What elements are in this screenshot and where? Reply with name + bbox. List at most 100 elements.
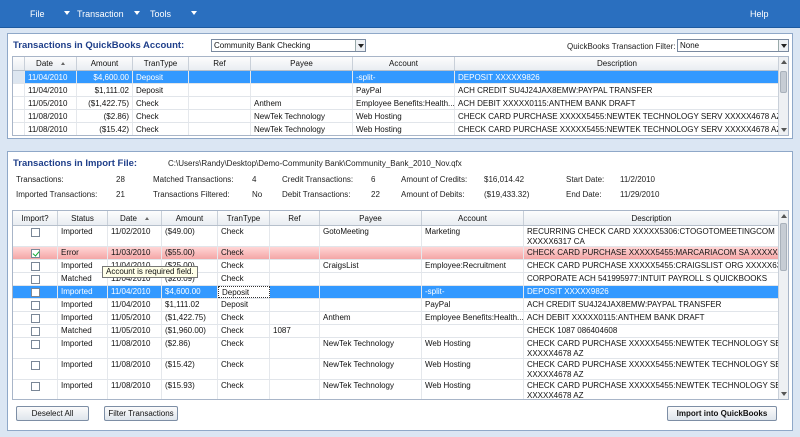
qb-cell-payee: Anthem xyxy=(251,97,353,109)
description-line-2: XXXXX6317 CA xyxy=(527,237,585,246)
qb-col-date[interactable]: Date xyxy=(25,57,77,70)
qb-col-ref[interactable]: Ref xyxy=(189,57,251,70)
im-col-trantype[interactable]: TranType xyxy=(218,211,270,225)
account-select[interactable]: Community Bank Checking xyxy=(211,39,366,52)
import-checkbox[interactable] xyxy=(30,262,40,271)
im-cell-account: Web Hosting xyxy=(422,380,524,399)
menu-file[interactable]: File xyxy=(30,9,45,19)
table-row[interactable]: Imported 11/08/2010 ($15.93) Check NewTek Te… xyxy=(13,380,780,400)
stat-transactions-label: Transactions: xyxy=(16,175,64,184)
import-file-panel: Transactions in Import File: C:\Users\Ra… xyxy=(7,151,793,431)
qb-cell-ref xyxy=(189,71,251,83)
qb-filter-select[interactable]: None xyxy=(677,39,789,52)
description-line: CORPORATE ACH 541995977:INTUIT PAYROLL S… xyxy=(527,274,768,283)
import-checkbox[interactable] xyxy=(30,288,40,297)
chevron-down-icon xyxy=(134,11,140,15)
im-cell-account: Employee:Recruitment xyxy=(422,260,524,272)
qb-cell-trantype: Deposit xyxy=(133,71,189,83)
import-checkbox[interactable] xyxy=(30,382,40,391)
im-col-description[interactable]: Description xyxy=(524,211,780,225)
import-into-quickbooks-button[interactable]: Import into QuickBooks xyxy=(667,406,777,421)
im-cell-amount: ($1,422.75) xyxy=(162,312,218,324)
import-checkbox[interactable] xyxy=(30,249,40,258)
table-row[interactable]: Imported 11/05/2010 ($1,422.75) Check Anthem… xyxy=(13,312,780,325)
description-line-2: XXXXX4678 AZ xyxy=(527,349,584,358)
import-checkbox[interactable] xyxy=(30,301,40,310)
table-row[interactable]: Matched 11/05/2010 ($1,960.00) Check 1087 CHE… xyxy=(13,325,780,338)
im-col-account[interactable]: Account xyxy=(422,211,524,225)
im-cell-amount: ($15.93) xyxy=(162,380,218,399)
table-row[interactable]: 11/04/2010 $4,600.00 Deposit -split- DEPOSIT… xyxy=(13,71,780,84)
qb-col-payee[interactable]: Payee xyxy=(251,57,353,70)
table-row[interactable]: Imported 11/04/2010 $1,111.02 Deposit PayPal… xyxy=(13,299,780,312)
chevron-down-icon xyxy=(64,11,70,15)
im-col-status[interactable]: Status xyxy=(58,211,108,225)
table-row[interactable]: 11/04/2010 $1,111.02 Deposit PayPal ACH CRED… xyxy=(13,84,780,97)
menu-help[interactable]: Help xyxy=(750,9,769,19)
stat-debits-amount-label: Amount of Debits: xyxy=(401,190,465,199)
qb-grid-scrollbar[interactable] xyxy=(778,57,788,135)
qb-col-description[interactable]: Description xyxy=(455,57,780,70)
im-cell-description: CHECK CARD PURCHASE XXXXX5455:NEWTEK TEC… xyxy=(524,338,780,358)
table-row[interactable]: Imported 11/04/2010 $4,600.00 Deposit -split… xyxy=(13,286,780,299)
im-cell-ref xyxy=(270,273,320,285)
import-checkbox[interactable] xyxy=(30,327,40,336)
qb-col-account[interactable]: Account xyxy=(353,57,455,70)
im-cell-amount: $4,600.00 xyxy=(162,286,218,298)
table-row[interactable]: Imported 11/08/2010 ($15.42) Check NewTek Te… xyxy=(13,359,780,380)
import-checkbox-cell xyxy=(13,226,58,246)
im-col-amount[interactable]: Amount xyxy=(162,211,218,225)
filter-transactions-button[interactable]: Filter Transactions xyxy=(104,406,178,421)
menu-tools[interactable]: Tools xyxy=(150,9,171,19)
import-checkbox[interactable] xyxy=(30,275,40,284)
table-row[interactable]: Imported 11/02/2010 ($49.00) Check GotoMeeti… xyxy=(13,226,780,247)
import-checkbox-cell xyxy=(13,273,58,285)
table-row[interactable]: Error 11/03/2010 ($55.00) Check CHECK CARD P… xyxy=(13,247,780,260)
im-cell-payee: NewTek Technology xyxy=(320,380,422,399)
stat-credits-amount-label: Amount of Credits: xyxy=(401,175,468,184)
dropdown-button[interactable] xyxy=(778,40,788,51)
import-checkbox[interactable] xyxy=(30,340,40,349)
qb-cell-amount: ($15.42) xyxy=(77,123,133,135)
qb-col-amount[interactable]: Amount xyxy=(77,57,133,70)
import-checkbox[interactable] xyxy=(30,228,40,237)
table-row[interactable]: Imported 11/08/2010 ($2.86) Check NewTek Tec… xyxy=(13,338,780,359)
im-col-import[interactable]: Import? xyxy=(13,211,58,225)
scroll-down-icon[interactable] xyxy=(781,128,787,132)
dropdown-button[interactable] xyxy=(355,40,365,51)
deselect-all-button[interactable]: Deselect All xyxy=(16,406,89,421)
import-grid-header: Import? Status Date Amount TranType Ref … xyxy=(13,211,780,226)
stat-imported-label: Imported Transactions: xyxy=(16,190,98,199)
import-checkbox[interactable] xyxy=(30,361,40,370)
scroll-down-icon[interactable] xyxy=(781,392,787,396)
import-grid-scrollbar[interactable] xyxy=(778,211,788,399)
import-checkbox[interactable] xyxy=(30,314,40,323)
description-line-2: XXXXX4678 AZ xyxy=(527,391,584,400)
scroll-thumb[interactable] xyxy=(780,71,787,93)
scroll-up-icon[interactable] xyxy=(781,214,787,218)
im-col-payee[interactable]: Payee xyxy=(320,211,422,225)
im-cell-ref xyxy=(270,359,320,379)
qb-cell-date: 11/08/2010 xyxy=(25,123,77,135)
im-cell-description: CHECK CARD PURCHASE XXXXX5455:MARCARIACO… xyxy=(524,247,780,259)
im-col-ref[interactable]: Ref xyxy=(270,211,320,225)
scroll-thumb[interactable] xyxy=(780,223,787,271)
menu-transaction[interactable]: Transaction xyxy=(77,9,124,19)
description-line: ACH DEBIT XXXXX0115:ANTHEM BANK DRAFT xyxy=(527,313,705,322)
table-row[interactable]: 11/08/2010 ($15.42) Check NewTek Technology… xyxy=(13,123,780,135)
im-cell-description: CHECK 1087 086404608 xyxy=(524,325,780,337)
import-checkbox-cell xyxy=(13,380,58,399)
im-cell-trantype: Check xyxy=(218,325,270,337)
scroll-up-icon[interactable] xyxy=(781,60,787,64)
im-cell-description: CORPORATE ACH 541995977:INTUIT PAYROLL S… xyxy=(524,273,780,285)
im-cell-status: Error xyxy=(58,247,108,259)
im-cell-trantype[interactable]: Deposit xyxy=(218,286,270,298)
im-col-date[interactable]: Date xyxy=(108,211,162,225)
description-line: RECURRING CHECK CARD XXXXX5306:CTOGOTOME… xyxy=(527,227,775,236)
im-cell-payee xyxy=(320,325,422,337)
table-row[interactable]: 11/05/2010 ($1,422.75) Check Anthem Employee… xyxy=(13,97,780,110)
qb-col-trantype[interactable]: TranType xyxy=(133,57,189,70)
im-cell-amount: ($55.00) xyxy=(162,247,218,259)
table-row[interactable]: 11/08/2010 ($2.86) Check NewTek Technology W… xyxy=(13,110,780,123)
im-cell-status: Matched xyxy=(58,325,108,337)
